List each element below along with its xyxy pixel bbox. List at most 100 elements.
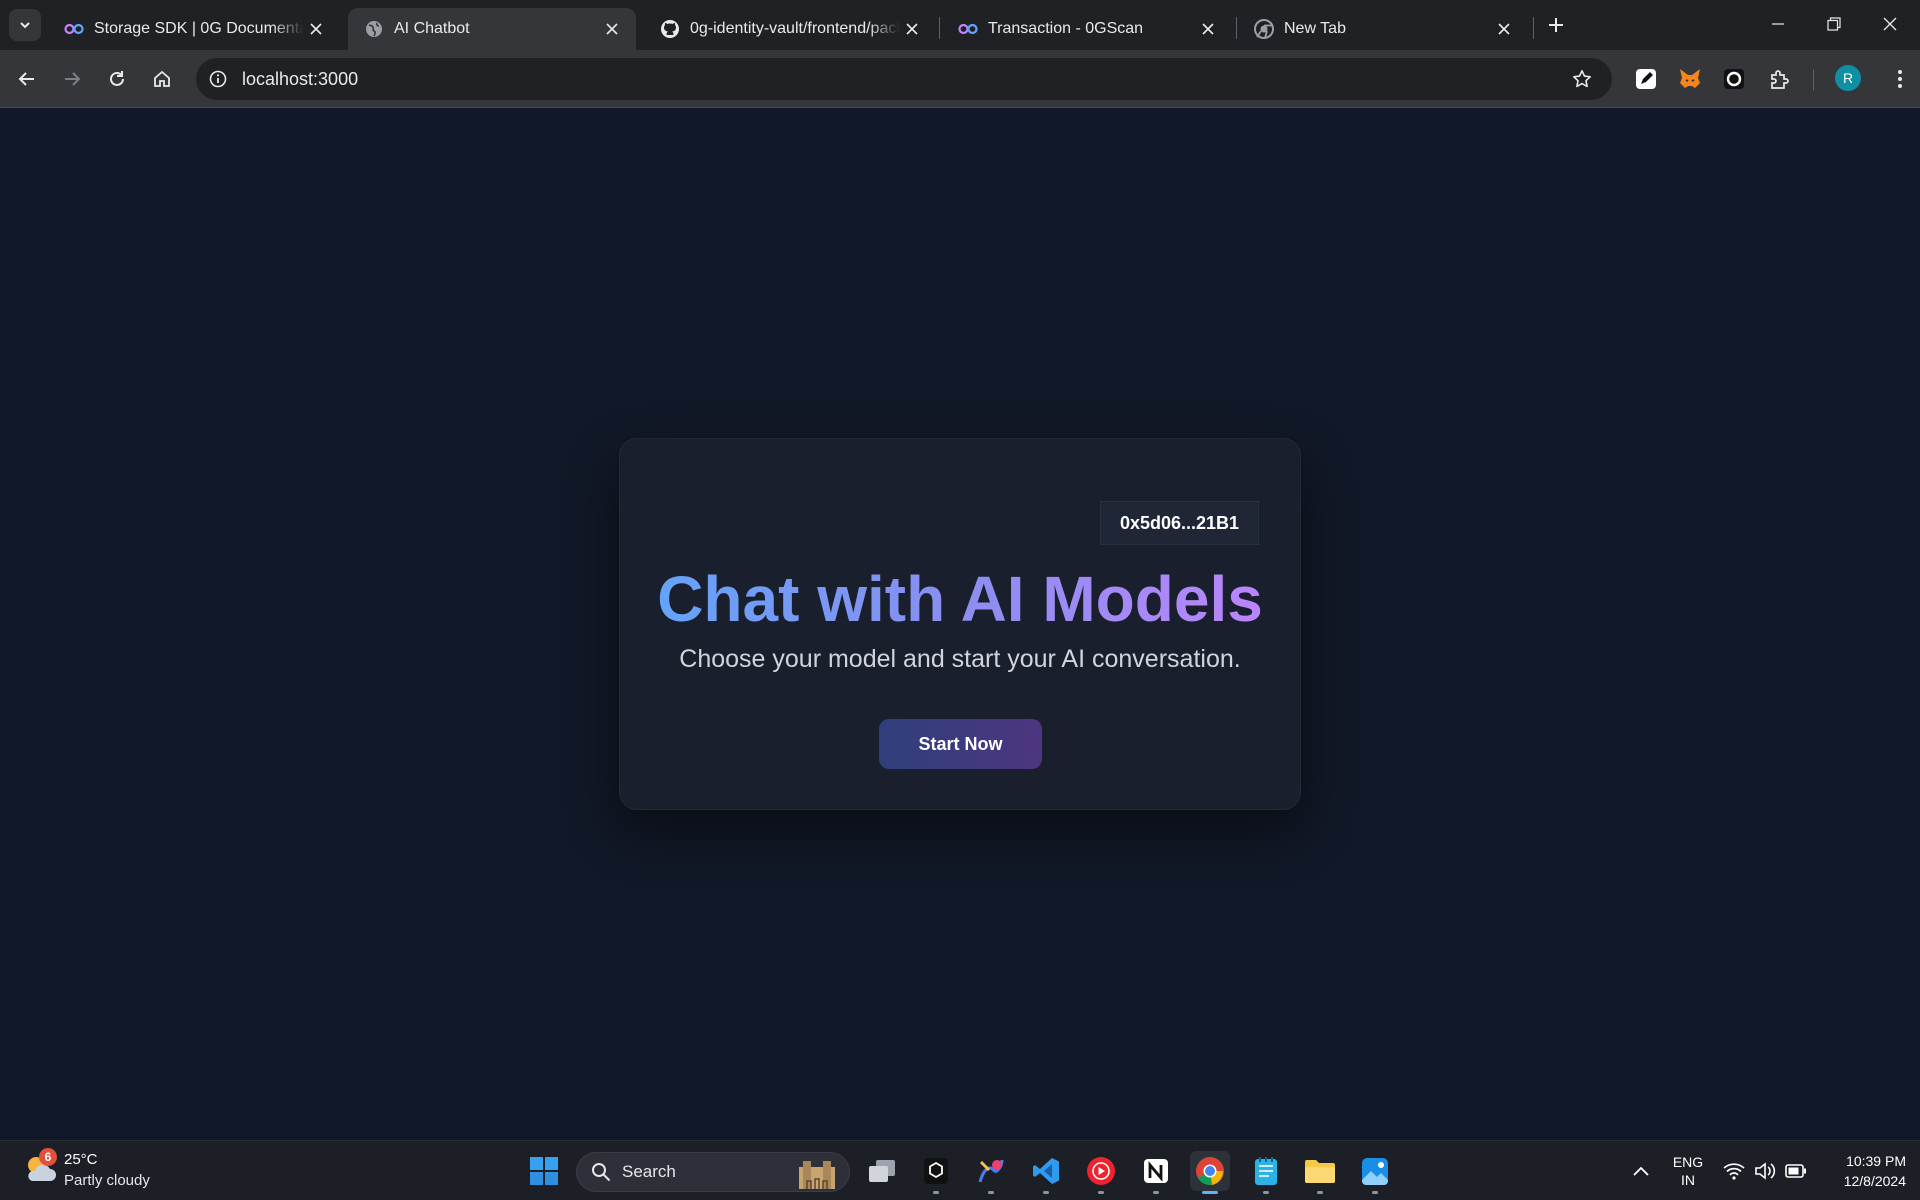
restore-icon [1827,17,1841,31]
taskbar-search[interactable]: Search [576,1152,850,1192]
extension-ring-icon[interactable] [1722,67,1746,91]
volume-icon[interactable] [1753,1159,1777,1183]
cube-app-icon [924,1158,948,1184]
reload-button[interactable] [99,61,135,97]
running-indicator [988,1191,994,1194]
hero-card: 0x5d06...21B1 Chat with AI Models Choose… [619,438,1301,810]
tab-new-tab[interactable]: New Tab [1238,8,1528,50]
running-indicator [1153,1191,1159,1194]
chevron-down-icon [20,22,30,29]
task-view-button[interactable] [862,1151,902,1191]
plus-icon [1549,18,1563,32]
tab-separator [1533,17,1534,39]
search-highlight-icon [799,1161,835,1189]
running-indicator [1372,1191,1378,1194]
tab-separator [1236,17,1237,39]
bookmark-star-icon[interactable] [1570,67,1594,91]
minimize-icon [1772,23,1784,25]
wifi-icon[interactable] [1722,1159,1746,1183]
running-indicator [1202,1191,1218,1194]
notepad-icon [1255,1157,1277,1185]
tab-title: 0g-identity-vault/frontend/package.json [690,20,900,37]
clock-date: 12/8/2024 [1843,1173,1906,1189]
photos-icon [1362,1158,1388,1185]
taskbar-app-notion[interactable] [1136,1151,1176,1194]
running-indicator [1263,1191,1269,1194]
minimize-button[interactable] [1750,0,1806,48]
windows-taskbar: 6 25°C Partly cloudy Search ENG IN 10:39… [0,1140,1920,1200]
new-tab-button[interactable] [1542,11,1570,39]
weather-temperature: 25°C [64,1151,98,1168]
close-window-button[interactable] [1862,0,1918,48]
folder-icon [1305,1160,1335,1183]
0g-logo-icon [64,19,84,39]
chrome-icon [1196,1157,1224,1186]
toolbar-separator [1813,69,1814,91]
metamask-fox-icon[interactable] [1678,67,1702,91]
taskbar-app-photos[interactable] [1355,1151,1395,1194]
url-text: localhost:3000 [242,69,359,89]
notion-icon [1144,1159,1168,1183]
address-bar[interactable]: localhost:3000 [196,58,1612,100]
draw-app-icon [978,1159,1004,1183]
tab-ai-chatbot[interactable]: AI Chatbot [348,8,636,50]
vscode-icon [1033,1158,1059,1184]
start-button[interactable] [524,1151,564,1191]
battery-icon[interactable] [1784,1159,1808,1183]
globe-icon [364,19,384,39]
taskbar-app-draw[interactable] [971,1151,1011,1194]
page-title: Chat with AI Models [620,561,1300,637]
taskbar-app-vscode[interactable] [1026,1151,1066,1194]
system-clock[interactable]: 10:39 PM 12/8/2024 [1826,1151,1906,1191]
windows-logo-icon [530,1157,558,1185]
tab-github[interactable]: 0g-identity-vault/frontend/package.json [644,8,936,50]
0g-logo-icon [958,19,978,39]
forward-button[interactable] [54,61,90,97]
close-tab-icon[interactable] [600,17,624,41]
tab-search-button[interactable] [9,9,41,41]
task-view-icon [869,1160,895,1182]
tab-storage-sdk[interactable]: Storage SDK | 0G Documentation [48,8,340,50]
extension-pen-icon[interactable] [1634,67,1658,91]
restore-button[interactable] [1806,0,1862,48]
tab-0gscan[interactable]: Transaction - 0GScan [942,8,1232,50]
weather-badge: 6 [39,1148,57,1166]
close-icon [1883,17,1897,31]
tab-separator [939,17,940,39]
site-info-icon[interactable] [206,67,230,91]
close-tab-icon[interactable] [304,17,328,41]
browser-toolbar: localhost:3000 [0,50,1920,108]
taskbar-app-chrome[interactable] [1190,1151,1230,1194]
page-viewport: 0x5d06...21B1 Chat with AI Models Choose… [0,109,1920,1140]
tab-title: AI Chatbot [394,20,470,37]
input-language[interactable]: ENG IN [1670,1153,1706,1189]
taskbar-app-explorer[interactable] [1300,1151,1340,1194]
extensions-puzzle-icon[interactable] [1768,67,1792,91]
tab-title: New Tab [1284,20,1346,37]
close-tab-icon[interactable] [1492,17,1516,41]
arrow-left-icon [18,72,34,86]
search-label: Search [622,1162,676,1181]
weather-condition: Partly cloudy [64,1172,150,1189]
show-hidden-icons-chevron-up-icon[interactable] [1629,1159,1653,1183]
page-subtitle: Choose your model and start your AI conv… [679,645,1241,673]
search-icon [592,1163,611,1182]
chrome-menu-icon[interactable] [1888,67,1912,91]
language-code: ENG [1672,1154,1704,1170]
taskbar-app-music[interactable] [1081,1151,1121,1194]
taskbar-app-notepad[interactable] [1246,1151,1286,1194]
chrome-icon [1254,19,1274,39]
taskbar-app-cube[interactable] [916,1151,956,1194]
close-tab-icon[interactable] [900,17,924,41]
back-button[interactable] [9,61,45,97]
youtube-music-icon [1087,1157,1115,1185]
home-icon [154,70,170,87]
tab-strip: Storage SDK | 0G Documentation AI Chatbo… [0,0,1920,50]
running-indicator [1098,1191,1104,1194]
github-icon [660,19,680,39]
start-now-button[interactable]: Start Now [879,719,1042,769]
home-button[interactable] [144,61,180,97]
profile-avatar[interactable]: R [1835,65,1861,91]
close-tab-icon[interactable] [1196,17,1220,41]
wallet-address-button[interactable]: 0x5d06...21B1 [1100,501,1259,545]
